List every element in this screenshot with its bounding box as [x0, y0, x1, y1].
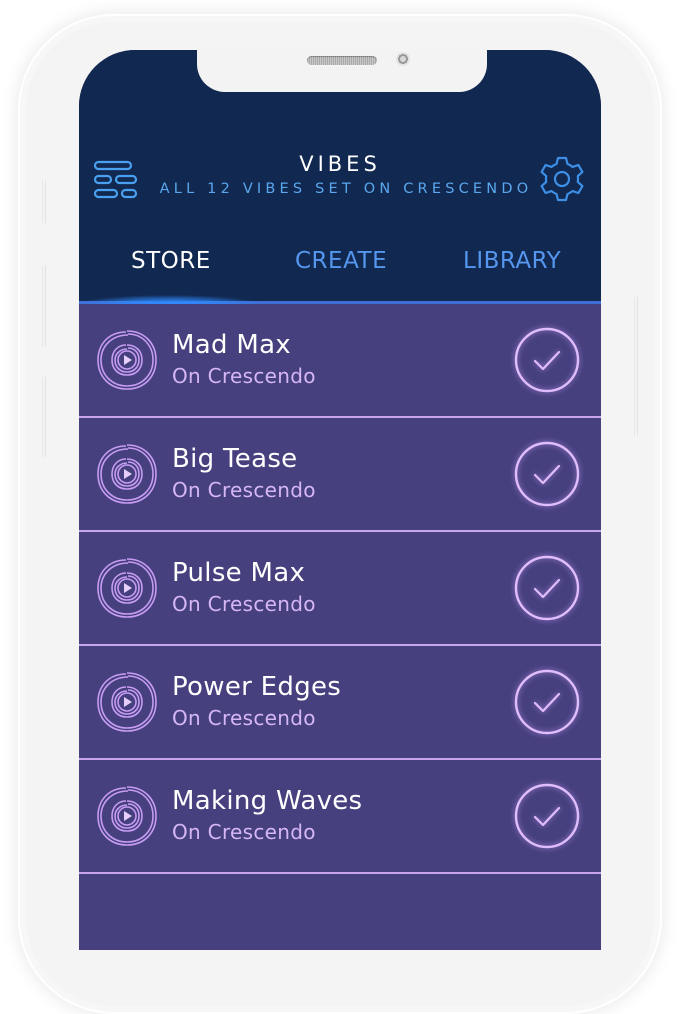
check-icon[interactable] — [513, 554, 581, 622]
vibe-play-icon[interactable] — [95, 442, 159, 506]
vibe-status: On Crescendo — [172, 364, 316, 388]
vibe-list-item[interactable]: Making Waves On Crescendo — [79, 760, 601, 874]
vibe-play-icon[interactable] — [95, 670, 159, 734]
phone-side-button — [42, 180, 46, 224]
vibe-list-item[interactable]: Pulse Max On Crescendo — [79, 532, 601, 646]
vibe-status: On Crescendo — [172, 820, 316, 844]
vibe-name: Pulse Max — [172, 558, 306, 588]
check-icon[interactable] — [513, 326, 581, 394]
tab-bar: STORE CREATE LIBRARY — [79, 248, 601, 288]
vibe-name: Making Waves — [172, 786, 363, 816]
vibe-status: On Crescendo — [172, 706, 316, 730]
gear-icon[interactable] — [537, 154, 587, 204]
check-icon[interactable] — [513, 440, 581, 508]
vibe-name: Big Tease — [172, 444, 298, 474]
page-title: VIBES — [299, 152, 381, 176]
tab-create[interactable]: CREATE — [295, 248, 387, 274]
vibes-list: Mad Max On Crescendo Big Tease On Cresce… — [79, 304, 601, 874]
vibe-name: Mad Max — [172, 330, 291, 360]
phone-side-button — [42, 265, 46, 347]
vibe-play-icon[interactable] — [95, 328, 159, 392]
front-camera — [396, 52, 410, 66]
app-screen: VIBES ALL 12 VIBES SET ON CRESCENDO STOR… — [79, 50, 601, 950]
page-subtitle: ALL 12 VIBES SET ON CRESCENDO — [159, 181, 533, 197]
vibe-play-icon[interactable] — [95, 556, 159, 620]
phone-side-button — [634, 296, 638, 436]
speaker-grille — [307, 56, 377, 65]
vibe-play-icon[interactable] — [95, 784, 159, 848]
vibe-status: On Crescendo — [172, 592, 316, 616]
phone-notch — [197, 50, 487, 92]
vibe-list-item[interactable]: Power Edges On Crescendo — [79, 646, 601, 760]
vibe-list-item[interactable]: Big Tease On Crescendo — [79, 418, 601, 532]
vibe-list-item[interactable]: Mad Max On Crescendo — [79, 304, 601, 418]
check-icon[interactable] — [513, 668, 581, 736]
active-tab-indicator — [79, 295, 259, 304]
tab-store[interactable]: STORE — [131, 248, 211, 274]
phone-side-button — [42, 376, 46, 458]
check-icon[interactable] — [513, 782, 581, 850]
vibe-name: Power Edges — [172, 672, 342, 702]
vibe-status: On Crescendo — [172, 478, 316, 502]
tab-library[interactable]: LIBRARY — [463, 248, 561, 274]
